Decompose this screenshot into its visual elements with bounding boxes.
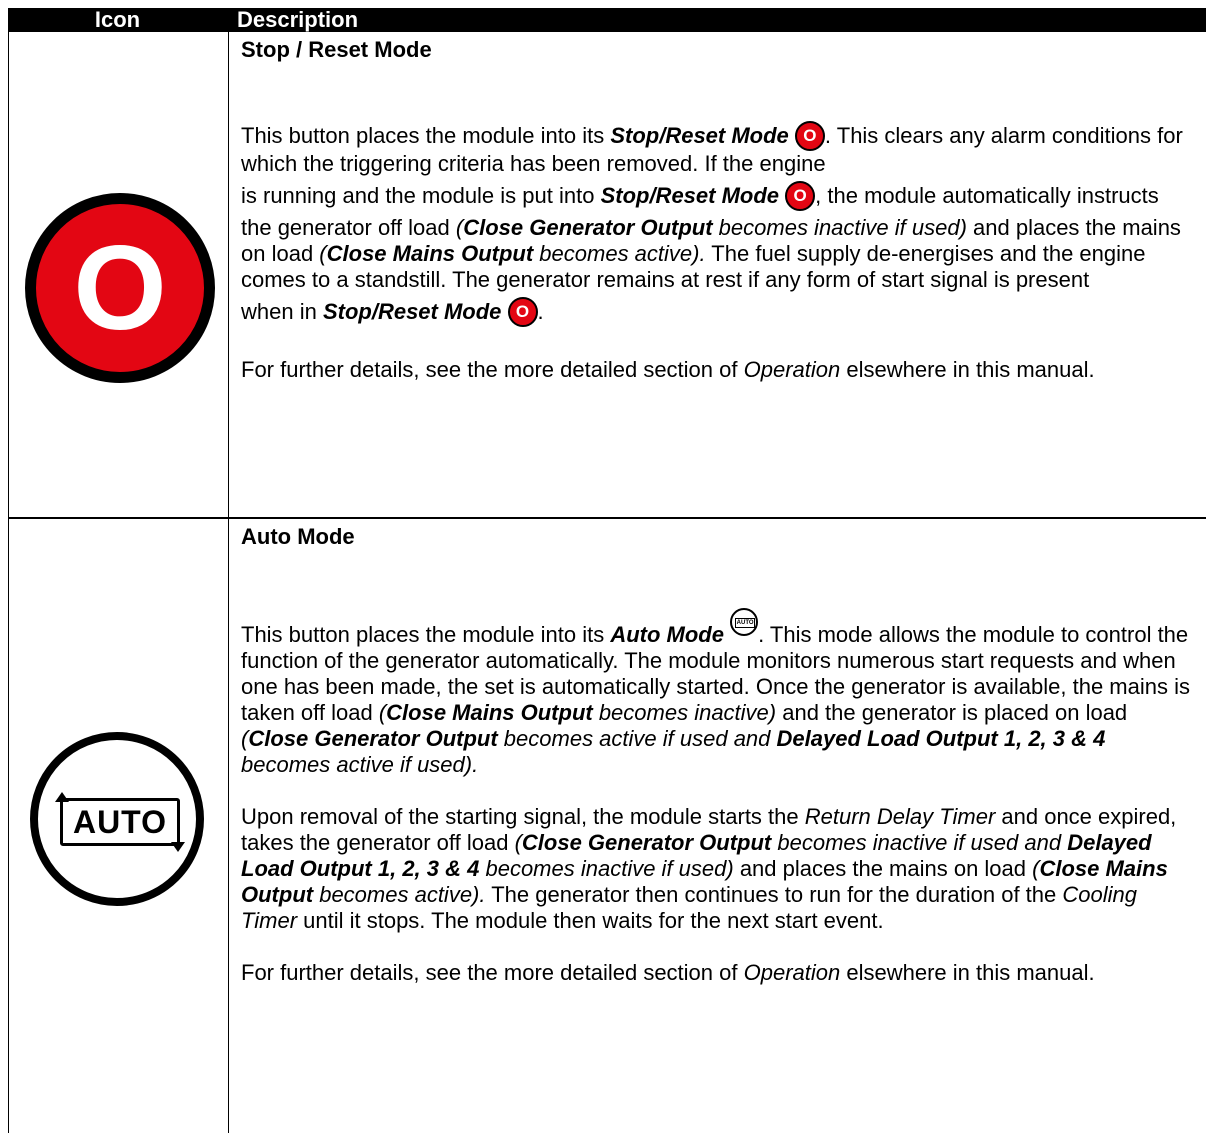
description-cell: Auto Mode This button places the module …: [229, 519, 1206, 1133]
auto-mode-inline-icon: AUTO: [730, 608, 759, 636]
table-row-auto-mode: AUTO Auto Mode This button places the mo…: [8, 519, 1206, 1133]
icon-cell: AUTO: [9, 519, 229, 1133]
arrow-up-icon: [55, 792, 69, 802]
stop-reset-inline-icon: O: [785, 181, 816, 211]
stop-reset-glyph: O: [73, 221, 167, 355]
auto-icon-label: AUTO: [72, 804, 168, 840]
stop-reset-icon: O: [25, 193, 215, 383]
description-paragraph: This button places the module into its S…: [241, 121, 1194, 331]
table-header: Icon Description: [8, 8, 1206, 32]
description-paragraph: For further details, see the more detail…: [241, 960, 1095, 985]
description-paragraph: For further details, see the more detail…: [241, 357, 1095, 382]
header-icon-column: Icon: [94, 7, 141, 32]
icon-cell: O: [9, 32, 229, 517]
auto-frame: AUTO: [55, 792, 185, 852]
stop-reset-inline-icon: O: [794, 121, 825, 151]
stop-reset-inline-icon: O: [507, 297, 538, 327]
row-title: Stop / Reset Mode: [241, 37, 432, 62]
auto-mode-icon: AUTO: [30, 732, 204, 906]
header-description-column: Description: [237, 7, 359, 32]
description-paragraph: Upon removal of the starting signal, the…: [241, 804, 1177, 933]
row-title: Auto Mode: [241, 524, 355, 549]
description-paragraph: This button places the module into its A…: [241, 608, 1194, 778]
mode-button-table: Icon Description O Stop / Reset Mode Thi…: [8, 8, 1206, 1133]
table-row-stop-reset: O Stop / Reset Mode This button places t…: [8, 32, 1206, 519]
arrow-down-icon: [171, 842, 185, 852]
description-cell: Stop / Reset Mode This button places the…: [229, 32, 1206, 517]
